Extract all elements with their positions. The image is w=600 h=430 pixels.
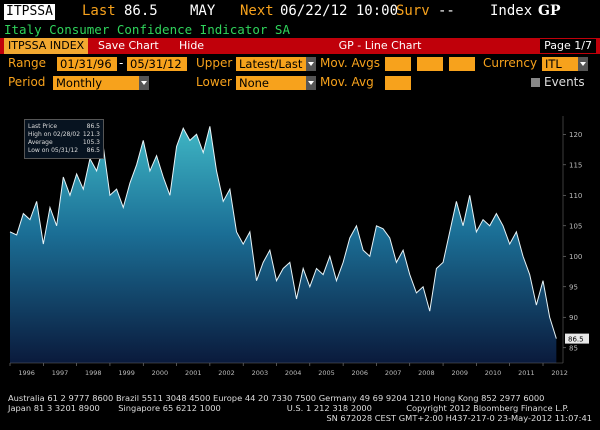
save-chart-button[interactable]: Save Chart [94,38,163,54]
chart-type-label: GP - Line Chart [338,39,422,52]
page-indicator[interactable]: Page 1/7 [540,39,596,53]
x-tick-label: 2012 [551,369,568,377]
upper-dropdown-icon[interactable] [306,57,316,71]
last-value: 86.5 [124,3,158,19]
currency-select[interactable]: ITL [542,57,578,71]
x-tick-label: 2007 [385,369,402,377]
x-tick-label: 2009 [451,369,468,377]
legend-average-label: Average [28,139,53,146]
x-tick-label: 1997 [52,369,69,377]
x-tick-label: 2003 [252,369,269,377]
mov-avgs-label: Mov. Avgs [320,56,380,70]
range-label: Range [8,56,47,70]
last-label: Last [82,3,116,19]
index-label: Index [490,3,533,19]
function-code: GP [538,3,561,19]
period-label: Period [8,75,46,89]
y-tick-label: 120 [569,131,582,139]
x-tick-label: 2005 [318,369,335,377]
index-tab[interactable]: ITPSSA INDEX [4,38,89,54]
period-dropdown-icon[interactable] [139,76,149,90]
period-value: MAY [190,3,216,19]
next-label: Next [240,3,274,19]
upper-select[interactable]: Latest/Last [236,57,306,71]
x-tick-label: 1996 [18,369,35,377]
legend-average-value: 105.3 [82,139,100,146]
range-end-input[interactable]: 05/31/12 [127,57,187,71]
last-value-tag: 86.5 [568,336,584,344]
ticker-symbol[interactable]: ITPSSA [4,4,55,20]
legend-high-value: 121.3 [82,131,100,138]
x-tick-label: 2004 [285,369,302,377]
legend-low-label: Low on 05/31/12 [28,147,79,154]
y-tick-label: 105 [569,222,582,230]
header-bar: ITPSSA Last 86.5 MAY Next 06/22/12 10:00… [0,0,600,22]
lower-dropdown-icon[interactable] [306,76,316,90]
events-checkbox[interactable] [531,78,540,87]
range-start-input[interactable]: 01/31/96 [57,57,117,71]
events-label: Events [544,75,585,89]
surv-value: -- [438,3,455,19]
x-tick-label: 2010 [485,369,502,377]
chart-legend: Last Price 86.5 High on 02/28/02 121.3 A… [24,119,104,159]
x-tick-label: 2002 [218,369,235,377]
security-name: Italy Consumer Confidence Indicator SA [4,22,290,37]
x-tick-label: 2001 [185,369,202,377]
footer-session: SN 672028 CEST GMT+2:00 H437-217-0 23-Ma… [326,413,592,423]
footer-contacts-2: Japan 81 3 3201 8900 Singapore 65 6212 1… [8,403,569,413]
period-select[interactable]: Monthly [53,76,139,90]
lower-mov-avg-input[interactable] [385,76,411,90]
y-tick-label: 115 [569,161,582,169]
next-release: 06/22/12 10:00 [280,3,399,19]
y-tick-label: 100 [569,253,582,261]
x-tick-label: 2011 [518,369,535,377]
mov-avg-label: Mov. Avg [320,75,374,89]
x-tick-label: 2008 [418,369,435,377]
y-tick-label: 110 [569,192,582,200]
lower-label: Lower [196,75,232,89]
upper-label: Upper [196,56,233,70]
y-tick-label: 85 [569,344,578,352]
x-tick-label: 2000 [152,369,169,377]
lower-select[interactable]: None [236,76,306,90]
x-tick-label: 2006 [352,369,369,377]
footer-contacts-1: Australia 61 2 9777 8600 Brazil 5511 304… [8,393,545,403]
hide-button[interactable]: Hide [175,38,208,54]
y-tick-label: 90 [569,314,578,322]
mov-avg-2-input[interactable] [417,57,443,71]
range-separator: - [119,56,124,70]
toolbar: ITPSSA INDEX Save Chart Hide GP - Line C… [0,38,600,54]
surv-label: Surv [396,3,430,19]
currency-label: Currency [483,56,538,70]
x-tick-label: 1998 [85,369,102,377]
mov-avg-3-input[interactable] [449,57,475,71]
security-description: Italy Consumer Confidence Indicator SA [0,22,600,38]
legend-high-label: High on 02/28/02 [28,131,81,138]
x-tick-label: 1999 [118,369,135,377]
currency-dropdown-icon[interactable] [578,57,588,71]
legend-low-value: 86.5 [86,147,100,154]
legend-last-price-label: Last Price [28,123,58,130]
y-tick-label: 95 [569,283,578,291]
mov-avg-1-input[interactable] [385,57,411,71]
legend-last-price-value: 86.5 [86,123,100,130]
